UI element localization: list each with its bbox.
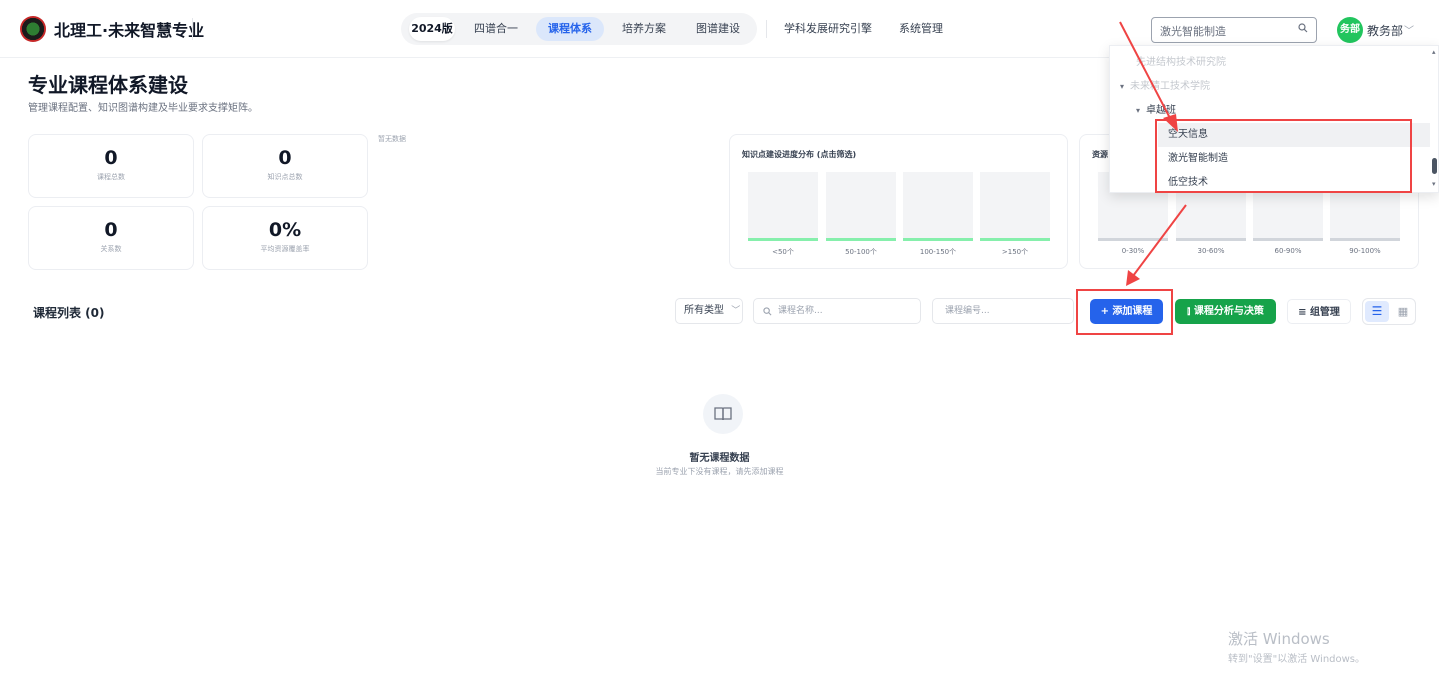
brand[interactable]: 北理工·未来智慧专业 [20, 16, 204, 42]
list-view-icon[interactable]: ☰ [1365, 301, 1389, 322]
page-subtitle: 管理课程配置、知识图谱构建及毕业要求支撑矩阵。 [28, 103, 258, 114]
nav-item-curriculum[interactable]: 课程体系 [536, 17, 604, 41]
chevron-down-icon: ﹀ [731, 306, 741, 316]
stat-card-relations: 0 关系数 [28, 206, 194, 270]
tree-label: 先进结构技术研究院 [1136, 57, 1226, 68]
watermark-title: 激活 Windows [1228, 630, 1330, 648]
bar-line [1098, 238, 1168, 241]
caret-down-icon[interactable]: ▾ [1120, 82, 1124, 91]
empty-state-title: 暂无课程数据 [689, 453, 750, 464]
course-code-input[interactable]: 课程编号... [932, 298, 1074, 324]
chart-bar[interactable] [980, 172, 1050, 241]
arrow-head [1126, 270, 1140, 286]
stat-card-knowledge-points: 0 知识点总数 [202, 134, 368, 198]
nav-item-training-plan[interactable]: 培养方案 [612, 17, 676, 41]
chart-icon: ⫾ [1187, 306, 1194, 317]
grid-view-icon[interactable]: ▦ [1391, 301, 1415, 322]
chart-bar[interactable] [826, 172, 896, 241]
user-name[interactable]: 教务部 [1367, 22, 1403, 39]
university-seal-icon [20, 16, 46, 42]
tick-label: 60-90% [1274, 247, 1302, 255]
nav-item-system[interactable]: 系统管理 [892, 17, 950, 41]
search-value: 激光智能制造 [1160, 25, 1226, 38]
tick-label: <50个 [772, 248, 794, 256]
bar-line [1176, 238, 1246, 241]
tick-label: 0-30% [1121, 247, 1145, 255]
tick-label: 90-100% [1349, 247, 1381, 255]
highlight-box-options [1155, 119, 1412, 193]
book-open-icon [714, 407, 732, 421]
scroll-down-icon[interactable]: ▾ [1432, 180, 1436, 188]
view-toggle: ☰ ▦ [1362, 298, 1416, 325]
major-search-input[interactable]: 激光智能制造 [1151, 17, 1317, 43]
scroll-up-icon[interactable]: ▴ [1432, 48, 1436, 56]
input-placeholder: 课程名称... [778, 306, 823, 316]
search-icon [763, 307, 772, 316]
bar-line [1330, 238, 1400, 241]
highlight-box-add [1076, 289, 1173, 335]
nav-version-badge[interactable]: 2024版 [409, 17, 455, 41]
page-title: 专业课程体系建设 [28, 73, 188, 97]
tick-label: 100-150个 [919, 248, 957, 256]
bar-line [1253, 238, 1323, 241]
course-analysis-button[interactable]: ⫾ 课程分析与决策 [1175, 299, 1276, 324]
tree-label: 卓越班 [1146, 105, 1177, 116]
stat-label: 知识点总数 [267, 173, 303, 181]
tick-label: >150个 [1001, 248, 1029, 256]
select-value: 所有类型 [684, 305, 724, 316]
watermark-subtitle: 转到"设置"以激活 Windows。 [1228, 654, 1366, 665]
tree-item-institute[interactable]: 先进结构技术研究院 [1110, 51, 1430, 75]
bar-line [826, 238, 896, 241]
course-type-select[interactable]: 所有类型 ﹀ [675, 298, 743, 324]
tick-label: 50-100个 [845, 248, 877, 256]
stat-label: 课程总数 [97, 173, 125, 181]
stat-value: 0 [104, 147, 118, 169]
knowledge-progress-chart: 知识点建设进度分布 (点击筛选) <50个 50-100个 100-150个 >… [729, 134, 1068, 269]
button-label: 组管理 [1309, 307, 1340, 318]
nav-item-graph-build[interactable]: 图谱建设 [686, 17, 750, 41]
course-list-title: 课程列表 (0) [33, 306, 105, 320]
brand-name: 北理工·未来智慧专业 [54, 21, 205, 40]
chart-title: 资源 [1092, 150, 1108, 159]
bar-line [748, 238, 818, 241]
tree-item-college[interactable]: ▾ 未来精工技术学院 [1110, 75, 1430, 99]
empty-state-badge [703, 394, 743, 434]
chart-bar[interactable] [748, 172, 818, 241]
chevron-down-icon[interactable]: ﹀ [1404, 22, 1414, 37]
brand-divider [192, 18, 193, 40]
bar-line [903, 238, 973, 241]
nav-item-sipu[interactable]: 四谱合一 [467, 17, 525, 41]
group-manage-button[interactable]: ≡ 组管理 [1287, 299, 1351, 324]
stat-value: 0 [104, 219, 118, 241]
chart-title: 知识点建设进度分布 (点击筛选) [742, 150, 857, 159]
nav-divider [766, 20, 767, 38]
caret-down-icon[interactable]: ▾ [1136, 106, 1140, 115]
stat-value: 0% [268, 219, 302, 241]
stat-card-coverage: 0% 平均资源覆盖率 [202, 206, 368, 270]
empty-state-subtitle: 当前专业下没有课程，请先添加课程 [655, 467, 784, 476]
stat-label: 关系数 [100, 245, 122, 253]
search-icon[interactable] [1298, 23, 1308, 33]
course-name-input[interactable]: 课程名称... [753, 298, 921, 324]
tick-label: 30-60% [1197, 247, 1225, 255]
avatar[interactable]: 务部 [1337, 17, 1363, 43]
bar-line [980, 238, 1050, 241]
dropdown-scrollbar[interactable] [1432, 158, 1437, 174]
input-placeholder: 课程编号... [945, 306, 990, 316]
no-data-label: 暂无数据 [378, 135, 406, 143]
stat-value: 0 [278, 147, 292, 169]
tree-label: 未来精工技术学院 [1130, 81, 1211, 92]
nav-item-research-engine[interactable]: 学科发展研究引擎 [780, 17, 876, 41]
stat-card-courses: 0 课程总数 [28, 134, 194, 198]
menu-icon: ≡ [1298, 307, 1310, 318]
button-label: 课程分析与决策 [1193, 306, 1264, 317]
chart-bar[interactable] [903, 172, 973, 241]
stat-label: 平均资源覆盖率 [260, 245, 310, 253]
